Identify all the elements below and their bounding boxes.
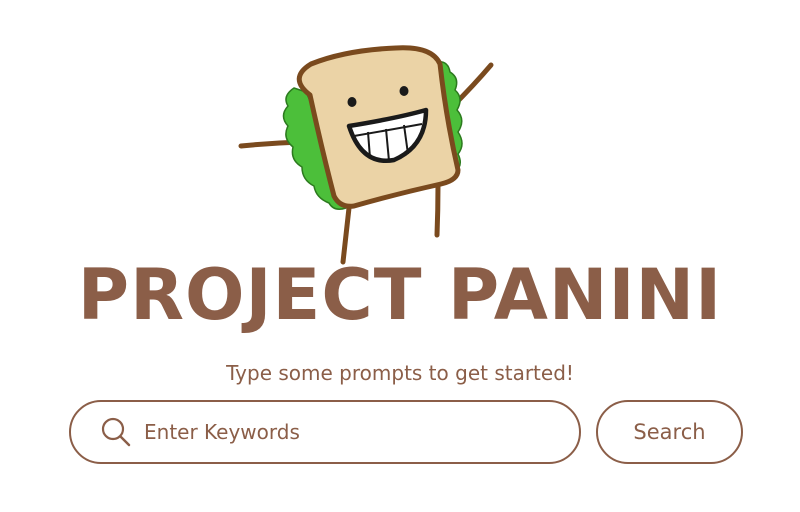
brand-title: PROJECT PANINI	[77, 254, 723, 336]
search-input[interactable]	[144, 412, 555, 452]
search-icon	[100, 416, 132, 448]
landing-page: PROJECT PANINI Type some prompts to get …	[0, 0, 800, 512]
search-field[interactable]	[69, 400, 581, 464]
search-button[interactable]: Search	[596, 400, 743, 464]
prompt-subtitle: Type some prompts to get started!	[226, 361, 574, 385]
sandwich-mascot-icon	[236, 40, 501, 265]
